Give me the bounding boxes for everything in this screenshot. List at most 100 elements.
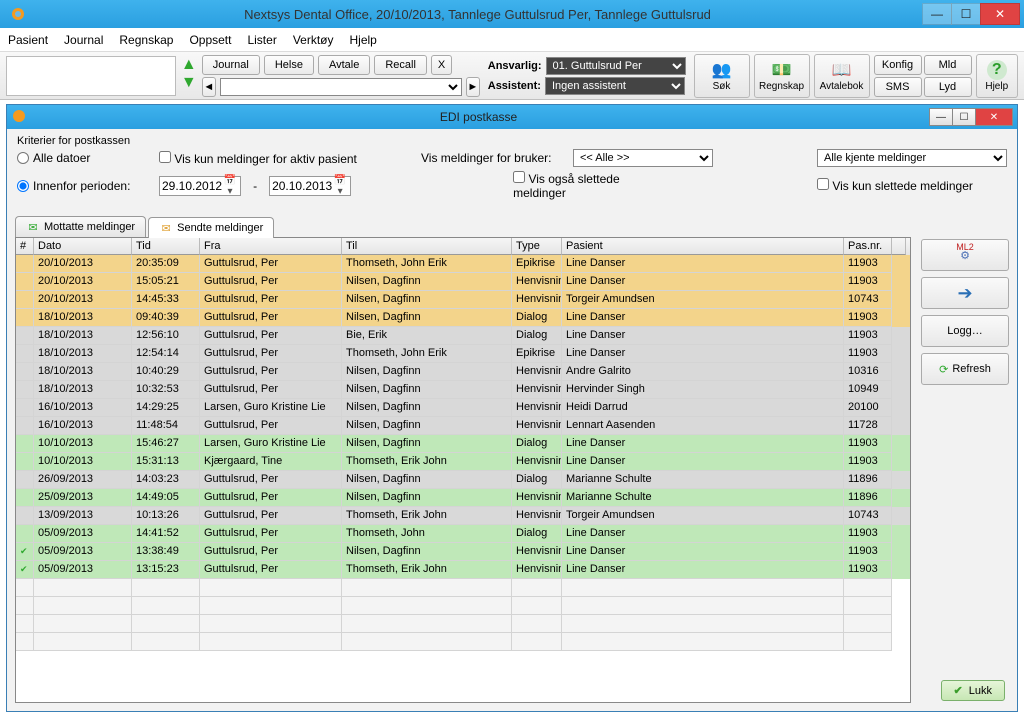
inbox-icon: ✉ [26,220,40,234]
edi-subwindow: EDI postkasse — ☐ ✕ Kriterier for postka… [6,104,1018,712]
all-dates-radio[interactable] [17,152,29,164]
maximize-button[interactable]: ☐ [951,3,981,25]
col-tid[interactable]: Tid [132,238,200,255]
only-deleted-checkbox[interactable] [817,178,829,190]
book-icon: 📖 [831,60,853,80]
table-row[interactable]: 18/10/201309:40:39Guttulsrud, PerNilsen,… [16,309,910,327]
logg-button[interactable]: Logg… [921,315,1009,347]
refresh-button[interactable]: ⟳Refresh [921,353,1009,385]
table-row[interactable]: 05/09/201314:41:52Guttulsrud, PerThomset… [16,525,910,543]
lyd-button[interactable]: Lyd [924,77,972,97]
table-row[interactable]: 16/10/201314:29:25Larsen, Guro Kristine … [16,399,910,417]
regnskap-button[interactable]: 💵Regnskap [754,54,810,98]
mld-button[interactable]: Mld [924,55,972,75]
ml2-button[interactable]: ⚙ML2 [921,239,1009,271]
assistent-select[interactable]: Ingen assistent [545,77,685,95]
for-user-label: Vis meldinger for bruker: [421,151,552,165]
table-row[interactable]: 13/09/201310:13:26Guttulsrud, PerThomset… [16,507,910,525]
filter-select[interactable]: Alle kjente meldinger [817,149,1007,167]
money-icon: 💵 [771,60,793,80]
col-fra[interactable]: Fra [200,238,342,255]
table-row[interactable]: ✔05/09/201313:15:23Guttulsrud, PerThomse… [16,561,910,579]
close-button[interactable]: ✕ [980,3,1020,25]
app-logo-icon [10,6,26,22]
sub-min-button[interactable]: — [929,108,953,126]
avtale-button[interactable]: Avtale [318,55,370,75]
helse-button[interactable]: Helse [264,55,314,75]
clear-x-button[interactable]: X [431,55,452,75]
help-icon: ? [987,60,1007,80]
menu-verktoy[interactable]: Verktøy [293,33,334,47]
messages-grid: # Dato Tid Fra Til Type Pasient Pas.nr. … [15,237,911,703]
table-row [16,633,910,651]
col-mark[interactable]: # [16,238,34,255]
only-deleted-label: Vis kun slettede meldinger [832,179,973,193]
date-to-input[interactable]: 20.10.2013📅▾ [269,176,351,196]
menu-journal[interactable]: Journal [64,33,103,47]
table-row[interactable]: 18/10/201312:56:10Guttulsrud, PerBie, Er… [16,327,910,345]
table-row[interactable]: 18/10/201310:40:29Guttulsrud, PerNilsen,… [16,363,910,381]
sok-button[interactable]: 👥Søk [694,54,750,98]
table-row[interactable]: 18/10/201312:54:14Guttulsrud, PerThomset… [16,345,910,363]
history-back-button[interactable]: ◄ [202,77,216,97]
menu-pasient[interactable]: Pasient [8,33,48,47]
avtalebok-button[interactable]: 📖Avtalebok [814,54,870,98]
also-deleted-label: Vis også slettede meldinger [513,172,620,200]
menu-lister[interactable]: Lister [247,33,276,47]
also-deleted-checkbox[interactable] [513,171,525,183]
history-select[interactable] [220,78,462,96]
menu-regnskap[interactable]: Regnskap [119,33,173,47]
grid-header: # Dato Tid Fra Til Type Pasient Pas.nr. [16,238,910,255]
refresh-icon: ⟳ [939,363,948,376]
table-row[interactable]: 20/10/201320:35:09Guttulsrud, PerThomset… [16,255,910,273]
lukk-button[interactable]: ✔Lukk [941,680,1005,701]
col-pasnr[interactable]: Pas.nr. [844,238,892,255]
sub-close-button[interactable]: ✕ [975,108,1013,126]
journal-button[interactable]: Journal [202,55,260,75]
patient-search-box[interactable] [6,56,176,96]
hjelp-button[interactable]: ?Hjelp [976,54,1018,98]
tab-received[interactable]: ✉Mottatte meldinger [15,216,146,237]
konfig-button[interactable]: Konfig [874,55,922,75]
recall-button[interactable]: Recall [374,55,427,75]
date-from-input[interactable]: 29.10.2012📅▾ [159,176,241,196]
period-label: Innenfor perioden: [33,179,130,193]
tab-sent[interactable]: ✉Sendte meldinger [148,217,274,238]
main-toolbar: ▲ ▼ Journal Helse Avtale Recall X ◄ ► An… [0,52,1024,100]
table-row[interactable]: 10/10/201315:46:27Larsen, Guro Kristine … [16,435,910,453]
sub-max-button[interactable]: ☐ [952,108,976,126]
table-row[interactable]: 10/10/201315:31:13Kjærgaard, TineThomset… [16,453,910,471]
for-user-select[interactable]: << Alle >> [573,149,713,167]
only-active-label: Vis kun meldinger for aktiv pasient [174,152,357,166]
arrow-button[interactable]: ➔ [921,277,1009,309]
col-pasient[interactable]: Pasient [562,238,844,255]
sub-logo-icon [11,108,27,127]
nav-up-icon[interactable]: ▲ [180,58,198,76]
table-row[interactable]: 25/09/201314:49:05Guttulsrud, PerNilsen,… [16,489,910,507]
history-fwd-button[interactable]: ► [466,77,480,97]
col-til[interactable]: Til [342,238,512,255]
col-dato[interactable]: Dato [34,238,132,255]
grid-body[interactable]: 20/10/201320:35:09Guttulsrud, PerThomset… [16,255,910,702]
check-icon: ✔ [954,684,963,697]
sms-button[interactable]: SMS [874,77,922,97]
table-row [16,597,910,615]
table-row[interactable]: 18/10/201310:32:53Guttulsrud, PerNilsen,… [16,381,910,399]
table-row[interactable]: 20/10/201314:45:33Guttulsrud, PerNilsen,… [16,291,910,309]
table-row[interactable]: 20/10/201315:05:21Guttulsrud, PerNilsen,… [16,273,910,291]
nav-down-icon[interactable]: ▼ [180,76,198,94]
only-active-checkbox[interactable] [159,151,171,163]
criteria-heading: Kriterier for postkassen [17,135,1007,147]
table-row[interactable]: 26/09/201314:03:23Guttulsrud, PerNilsen,… [16,471,910,489]
minimize-button[interactable]: — [922,3,952,25]
menu-hjelp[interactable]: Hjelp [350,33,377,47]
menu-oppsett[interactable]: Oppsett [189,33,231,47]
main-titlebar: Nextsys Dental Office, 20/10/2013, Tannl… [0,0,1024,28]
period-radio[interactable] [17,180,29,192]
ansvarlig-select[interactable]: 01. Guttulsrud Per [546,57,686,75]
table-row[interactable]: 16/10/201311:48:54Guttulsrud, PerNilsen,… [16,417,910,435]
col-type[interactable]: Type [512,238,562,255]
table-row [16,579,910,597]
table-row[interactable]: ✔05/09/201313:38:49Guttulsrud, PerNilsen… [16,543,910,561]
search-icon: 👥 [711,60,733,80]
